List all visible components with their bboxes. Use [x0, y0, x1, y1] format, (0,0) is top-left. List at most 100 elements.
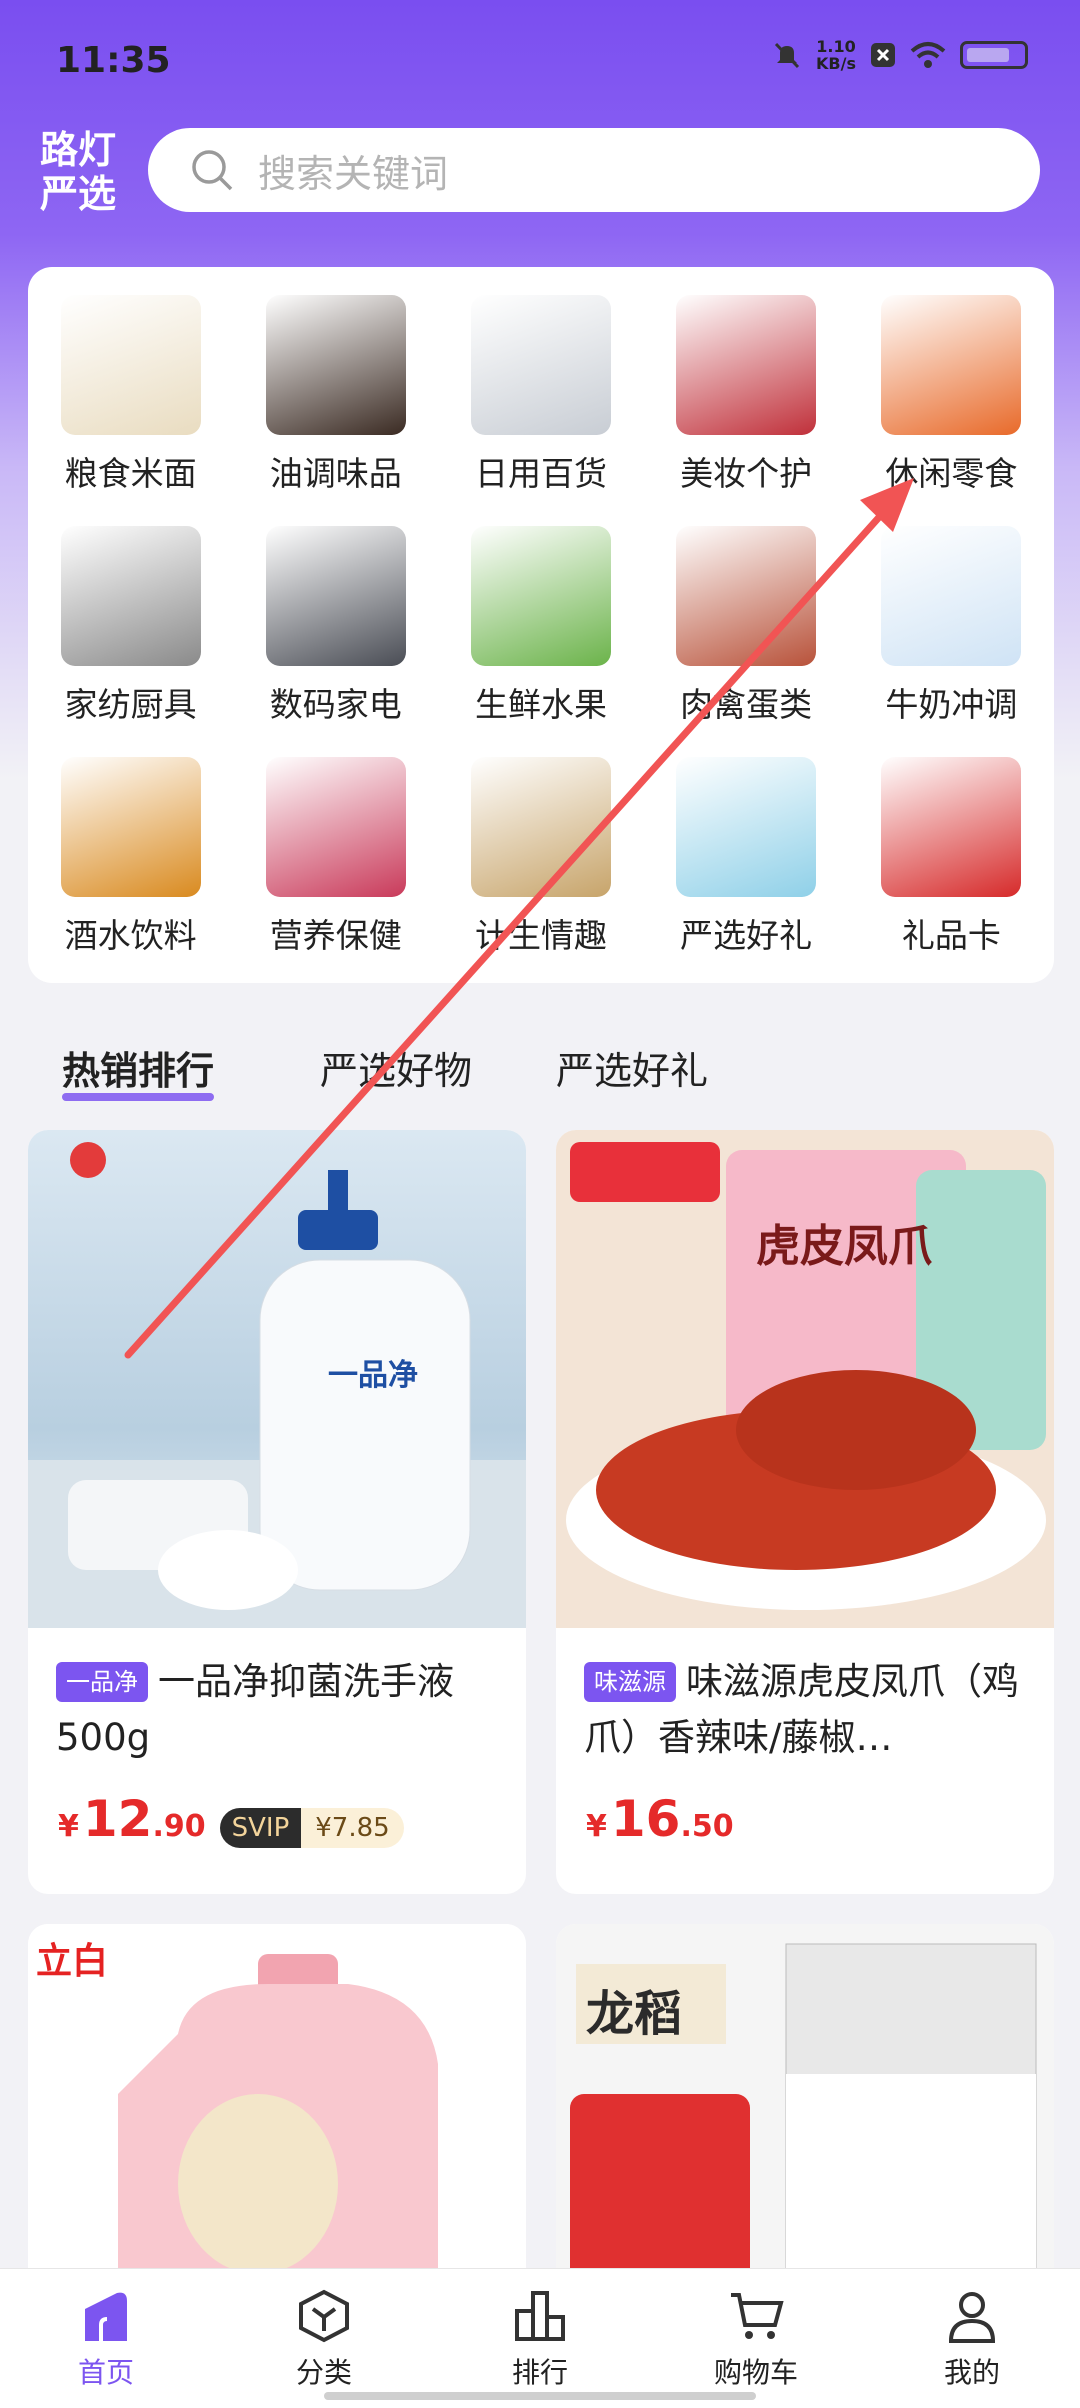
price-currency: ¥ [58, 1809, 79, 1844]
product-image[interactable]: 立白 [28, 1924, 526, 2324]
app-logo[interactable]: 路灯 严选 [40, 128, 122, 216]
category-label: 休闲零食 [885, 454, 1018, 493]
brand-logo-text: 龙稻 [586, 1986, 683, 2042]
category-grid-card: 粮食米面 油调味品 日用百货 美妆个护 休闲零食家纺厨具 数码家电 生鲜水果 肉禽蛋类 牛奶冲调… [28, 267, 1054, 983]
product-title: 一品净 一品净抑菌洗手液500g [56, 1654, 502, 1766]
category-label: 计生情趣 [474, 916, 607, 955]
logo-line-1: 路灯 [40, 128, 117, 172]
product-card[interactable]: 虎皮凤爪 味滋源 味滋源虎皮凤爪（鸡爪）香辣味/藤椒… ¥ 16 .50 [556, 1130, 1054, 1894]
category-item[interactable]: 美妆个护 [644, 287, 849, 518]
gift-box-icon [676, 757, 817, 897]
product-card[interactable]: 立白 [28, 1924, 526, 2324]
price-currency: ¥ [586, 1809, 607, 1844]
nav-ranking-label: 排行 [511, 2356, 568, 2389]
svip-price-tag: SVIP ¥7.85 [219, 1808, 404, 1848]
tab-selected-gifts[interactable]: 严选好礼 [556, 1040, 708, 1095]
sauce-bottles-icon [265, 295, 406, 435]
wifi-icon [910, 42, 946, 68]
detergent-bottle-illustration [118, 1954, 438, 2324]
category-item[interactable]: 牛奶冲调 [849, 518, 1054, 749]
product-price: ¥ 12 .90 SVIP ¥7.85 [58, 1790, 404, 1848]
gift-card-icon [881, 757, 1022, 897]
search-input[interactable]: 搜索关键词 [148, 128, 1040, 212]
nav-category[interactable]: 分类 [254, 2287, 394, 2391]
product-image-text: 一品净 [328, 1358, 418, 1393]
category-label: 营养保健 [269, 916, 402, 955]
search-icon [192, 150, 233, 191]
price-decimal: .50 [680, 1809, 734, 1844]
product-image[interactable]: 龙稻 [556, 1924, 1054, 2324]
category-item[interactable]: 油调味品 [233, 287, 438, 518]
price-integer: 16 [610, 1790, 681, 1848]
category-item[interactable]: 休闲零食 [849, 287, 1054, 518]
network-speed: 1.10 KB/s [816, 38, 856, 72]
network-speed-unit: KB/s [816, 54, 856, 73]
category-item[interactable]: 日用百货 [438, 287, 643, 518]
tab-selected-goods[interactable]: 严选好物 [320, 1040, 472, 1095]
product-card[interactable]: 一品净 一品净 一品净抑菌洗手液500g ¥ 12 .90 SVIP ¥7.85 [28, 1130, 526, 1894]
category-label: 生鲜水果 [474, 685, 607, 724]
brand-logo-text: 立白 [36, 1941, 109, 1982]
chicken-feet-illustration [566, 1142, 1046, 1610]
rice-bags-icon [60, 295, 201, 435]
nav-cart-label: 购物车 [713, 2356, 798, 2389]
category-item[interactable]: 数码家电 [233, 518, 438, 749]
nav-ranking[interactable]: 排行 [470, 2287, 610, 2391]
brand-badge: 一品净 [56, 1662, 148, 1702]
category-label: 酒水饮料 [64, 916, 197, 955]
x-app-icon [871, 43, 895, 67]
nav-profile[interactable]: 我的 [902, 2287, 1042, 2391]
category-item[interactable]: 肉禽蛋类 [644, 518, 849, 749]
fruit-icon [470, 526, 611, 666]
category-item[interactable]: 粮食米面 [28, 287, 233, 518]
nav-home[interactable]: 首页 [36, 2287, 176, 2391]
product-price: ¥ 16 .50 [586, 1790, 734, 1848]
appliances-icon [265, 526, 406, 666]
hand-soap-bottle-illustration [28, 1142, 526, 1628]
nav-home-label: 首页 [77, 2356, 134, 2389]
category-item[interactable]: 生鲜水果 [438, 518, 643, 749]
top-header: 路灯 严选 搜索关键词 [0, 120, 1080, 260]
category-item[interactable]: 营养保健 [233, 749, 438, 980]
category-item[interactable]: 礼品卡 [849, 749, 1054, 980]
category-item[interactable]: 酒水饮料 [28, 749, 233, 980]
profile-icon [948, 2292, 996, 2343]
nav-profile-label: 我的 [943, 2356, 1000, 2389]
cart-icon [731, 2293, 784, 2339]
nav-cart[interactable]: 购物车 [686, 2287, 826, 2391]
trash-can-icon [470, 295, 611, 435]
category-item[interactable]: 家纺厨具 [28, 518, 233, 749]
category-item[interactable]: 计生情趣 [438, 749, 643, 980]
milk-icon [881, 526, 1022, 666]
tab-hot-ranking[interactable]: 热销排行 [62, 1040, 215, 1101]
brand-badge: 味滋源 [584, 1662, 676, 1702]
product-image[interactable]: 虎皮凤爪 [556, 1130, 1054, 1628]
status-icons: 1.10 KB/s [772, 38, 1028, 72]
section-tabs: 热销排行 严选好物 严选好礼 [0, 1030, 1080, 1110]
gesture-home-bar[interactable] [324, 2392, 756, 2400]
category-label: 美妆个护 [680, 454, 813, 493]
price-integer: 12 [82, 1790, 153, 1848]
category-item[interactable]: 严选好礼 [644, 749, 849, 980]
price-decimal: .90 [152, 1809, 206, 1844]
category-label: 数码家电 [269, 685, 402, 724]
product-card[interactable]: 龙稻 [556, 1924, 1054, 2324]
svip-label: SVIP [219, 1808, 302, 1848]
category-label: 严选好礼 [680, 916, 813, 955]
mute-icon [774, 42, 800, 69]
home-icon [85, 2292, 127, 2341]
product-title: 味滋源 味滋源虎皮凤爪（鸡爪）香辣味/藤椒… [584, 1654, 1030, 1766]
category-label: 油调味品 [269, 454, 402, 493]
category-label: 家纺厨具 [64, 685, 197, 724]
category-icon [299, 2289, 349, 2343]
svip-price: ¥7.85 [301, 1808, 404, 1848]
supplements-icon [265, 757, 406, 897]
nav-category-label: 分类 [295, 2356, 352, 2389]
cookware-icon [60, 526, 201, 666]
category-label: 肉禽蛋类 [680, 685, 813, 724]
category-grid: 粮食米面 油调味品 日用百货 美妆个护 休闲零食家纺厨具 数码家电 生鲜水果 肉禽蛋类 牛奶冲调… [28, 287, 1054, 980]
status-time: 11:35 [56, 40, 171, 81]
ranking-icon [515, 2291, 565, 2341]
product-image[interactable]: 一品净 [28, 1130, 526, 1628]
meat-icon [676, 526, 817, 666]
